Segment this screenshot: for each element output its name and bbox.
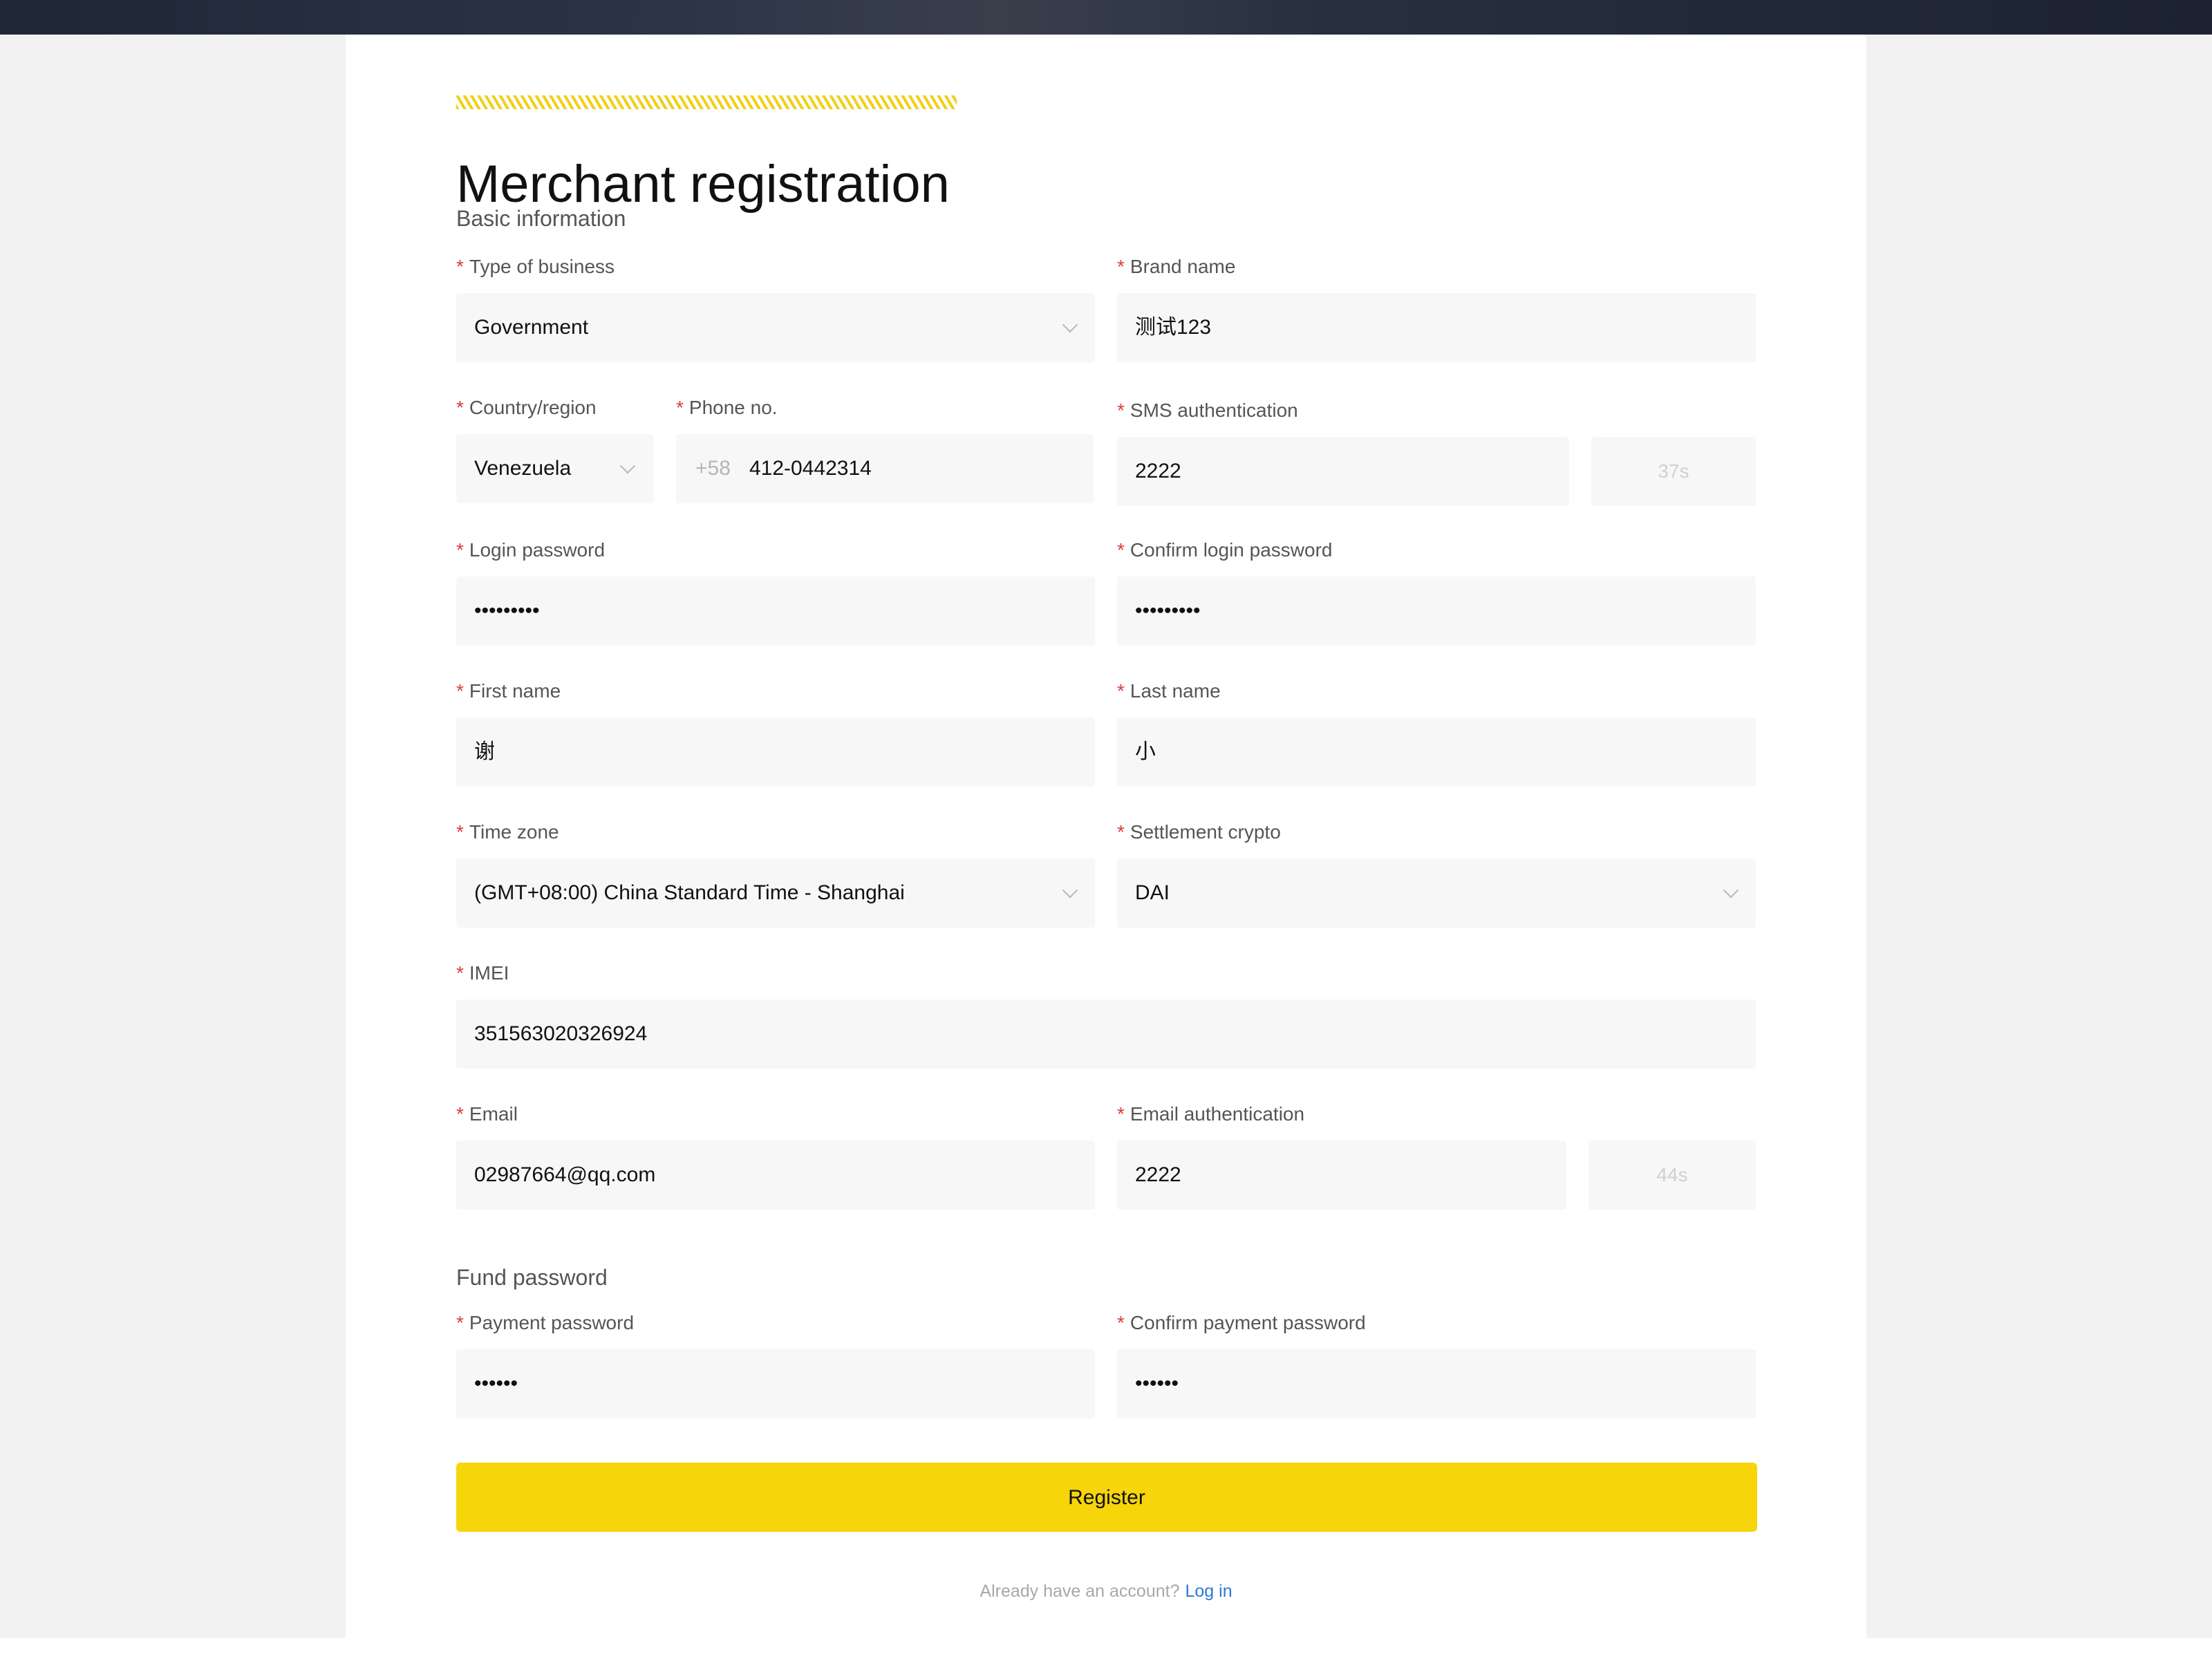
- settlement-crypto-value: DAI: [1135, 881, 1170, 904]
- confirm-login-password-input[interactable]: •••••••••: [1117, 576, 1756, 646]
- brand-name-label: * Brand name: [1117, 254, 1235, 279]
- settlement-crypto-label: * Settlement crypto: [1117, 820, 1281, 845]
- register-button[interactable]: Register: [456, 1463, 1757, 1532]
- registration-card: Merchant registration Basic information …: [346, 35, 1866, 1638]
- chevron-down-icon: [1062, 882, 1078, 899]
- email-auth-label: * Email authentication: [1117, 1102, 1304, 1127]
- confirm-payment-password-label: * Confirm payment password: [1117, 1311, 1366, 1335]
- time-zone-value: (GMT+08:00) China Standard Time - Shangh…: [474, 881, 905, 904]
- phone-country-code: +58: [695, 457, 731, 480]
- imei-value: 351563020326924: [474, 1022, 648, 1045]
- header-banner: [0, 0, 2212, 35]
- required-mark: *: [456, 680, 464, 702]
- email-auth-label-text: Email authentication: [1130, 1103, 1305, 1125]
- required-mark: *: [1117, 821, 1125, 843]
- email-input[interactable]: 02987664@qq.com: [456, 1141, 1095, 1210]
- phone-label: * Phone no.: [676, 395, 778, 420]
- required-mark: *: [1117, 1103, 1125, 1125]
- last-name-label-text: Last name: [1130, 680, 1221, 702]
- required-mark: *: [456, 397, 464, 418]
- country-label: * Country/region: [456, 395, 597, 420]
- email-label: * Email: [456, 1102, 518, 1127]
- login-password-label-text: Login password: [469, 539, 606, 561]
- confirm-payment-password-value: ••••••: [1135, 1372, 1179, 1395]
- required-mark: *: [456, 821, 464, 843]
- first-name-input[interactable]: 谢: [456, 717, 1095, 787]
- required-mark: *: [456, 1103, 464, 1125]
- first-name-label-text: First name: [469, 680, 561, 702]
- confirm-login-password-label-text: Confirm login password: [1130, 539, 1333, 561]
- business-type-value: Government: [474, 316, 589, 339]
- country-select[interactable]: Venezuela: [456, 434, 654, 503]
- email-label-text: Email: [469, 1103, 518, 1125]
- login-password-input[interactable]: •••••••••: [456, 576, 1095, 646]
- time-zone-label-text: Time zone: [469, 821, 559, 843]
- confirm-payment-password-input[interactable]: ••••••: [1117, 1349, 1756, 1418]
- brand-name-label-text: Brand name: [1130, 256, 1236, 277]
- login-password-value: •••••••••: [474, 599, 540, 622]
- sms-auth-label: * SMS authentication: [1117, 398, 1298, 423]
- confirm-login-password-value: •••••••••: [1135, 599, 1201, 622]
- confirm-payment-password-label-text: Confirm payment password: [1130, 1312, 1366, 1333]
- sms-resend-countdown-button[interactable]: 37s: [1591, 437, 1756, 506]
- chevron-down-icon: [1062, 317, 1078, 333]
- required-mark: *: [1117, 400, 1125, 421]
- brand-name-value: 测试123: [1135, 316, 1212, 339]
- sms-code-input[interactable]: 2222: [1117, 437, 1569, 506]
- imei-label: * IMEI: [456, 961, 509, 986]
- business-type-select[interactable]: Government: [456, 293, 1095, 362]
- section-basic-information: Basic information: [456, 206, 626, 231]
- last-name-input[interactable]: 小: [1117, 717, 1756, 787]
- business-type-label: * Type of business: [456, 254, 615, 279]
- first-name-value: 谢: [474, 740, 495, 763]
- footer-strip: [0, 1638, 2212, 1670]
- business-type-label-text: Type of business: [469, 256, 615, 277]
- login-password-label: * Login password: [456, 538, 605, 563]
- last-name-value: 小: [1135, 740, 1156, 763]
- payment-password-value: ••••••: [474, 1372, 518, 1395]
- required-mark: *: [1117, 680, 1125, 702]
- first-name-label: * First name: [456, 679, 561, 704]
- settlement-crypto-select[interactable]: DAI: [1117, 859, 1756, 928]
- phone-value: 412-0442314: [749, 457, 872, 480]
- required-mark: *: [1117, 1312, 1125, 1333]
- chevron-down-icon: [619, 458, 636, 474]
- phone-input[interactable]: +58 412-0442314: [676, 434, 1094, 503]
- required-mark: *: [456, 256, 464, 277]
- phone-label-text: Phone no.: [688, 397, 778, 418]
- login-prompt: Already have an account? Log in: [346, 1579, 1866, 1604]
- country-value: Venezuela: [474, 457, 572, 480]
- required-mark: *: [456, 1312, 464, 1333]
- imei-label-text: IMEI: [469, 962, 509, 984]
- country-label-text: Country/region: [469, 397, 597, 418]
- time-zone-label: * Time zone: [456, 820, 559, 845]
- login-link[interactable]: Log in: [1185, 1582, 1232, 1601]
- required-mark: *: [456, 962, 464, 984]
- required-mark: *: [676, 397, 684, 418]
- required-mark: *: [1117, 256, 1125, 277]
- login-prompt-text: Already have an account?: [980, 1582, 1180, 1601]
- imei-input[interactable]: 351563020326924: [456, 1000, 1756, 1069]
- sms-auth-label-text: SMS authentication: [1130, 400, 1298, 421]
- required-mark: *: [456, 539, 464, 561]
- chevron-down-icon: [1723, 882, 1739, 899]
- settlement-crypto-label-text: Settlement crypto: [1130, 821, 1281, 843]
- title-accent-stripes: [456, 95, 957, 109]
- email-resend-countdown-button[interactable]: 44s: [1588, 1141, 1756, 1210]
- time-zone-select[interactable]: (GMT+08:00) China Standard Time - Shangh…: [456, 859, 1095, 928]
- email-value: 02987664@qq.com: [474, 1163, 656, 1186]
- brand-name-input[interactable]: 测试123: [1117, 293, 1756, 362]
- sms-code-value: 2222: [1135, 460, 1181, 482]
- email-code-value: 2222: [1135, 1163, 1181, 1186]
- confirm-login-password-label: * Confirm login password: [1117, 538, 1332, 563]
- section-fund-password: Fund password: [456, 1265, 608, 1290]
- payment-password-label: * Payment password: [456, 1311, 634, 1335]
- email-code-input[interactable]: 2222: [1117, 1141, 1566, 1210]
- required-mark: *: [1117, 539, 1125, 561]
- last-name-label: * Last name: [1117, 679, 1221, 704]
- payment-password-input[interactable]: ••••••: [456, 1349, 1095, 1418]
- payment-password-label-text: Payment password: [469, 1312, 635, 1333]
